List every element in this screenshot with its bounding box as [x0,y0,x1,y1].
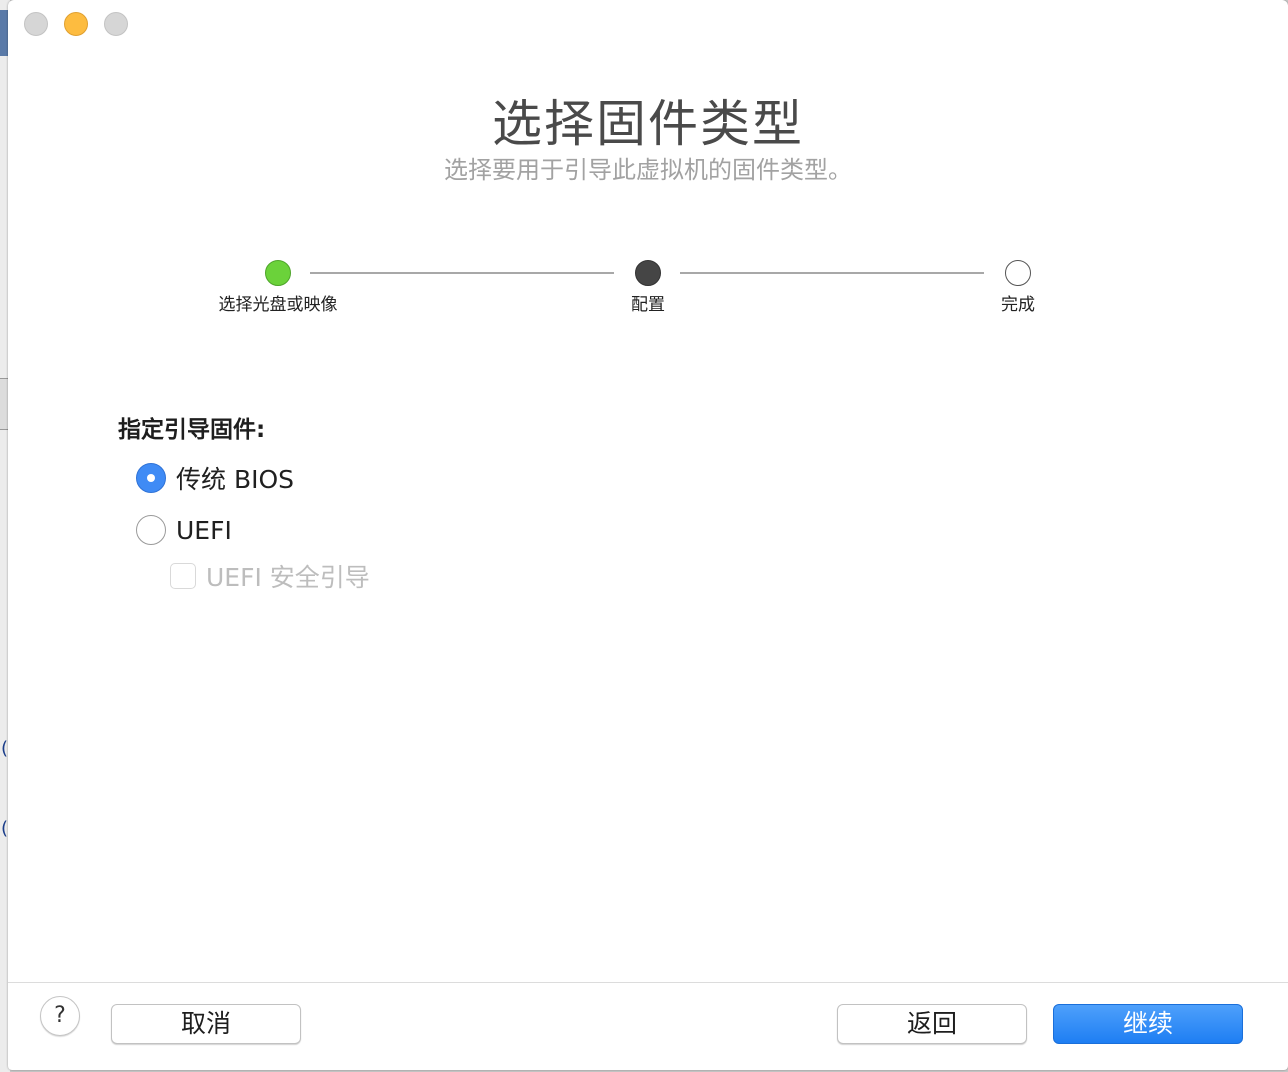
background-window-text: ( [1,738,9,759]
secure-boot-checkbox [170,563,196,589]
new-vm-assistant-dialog: 选择固件类型 选择要用于引导此虚拟机的固件类型。 选择光盘或映像 配置 完成 指… [8,0,1288,1070]
footer-divider [8,982,1288,983]
step-label-configure: 配置 [631,295,665,315]
firmware-option-uefi-label[interactable]: UEFI [176,516,232,545]
dialog-title: 选择固件类型 [492,95,804,153]
window-close-button[interactable] [24,12,48,36]
firmware-section-label: 指定引导固件: [118,417,266,443]
radio-selected-icon[interactable] [136,463,166,493]
radio-unselected-icon[interactable] [136,515,166,545]
step-current-indicator [635,260,661,286]
step-done-indicator [265,260,291,286]
step-label-finish: 完成 [1001,295,1035,315]
step-connector [680,272,984,274]
firmware-option-bios-label[interactable]: 传统 BIOS [176,460,294,496]
window-zoom-button[interactable] [104,12,128,36]
background-window-text: ( [1,818,9,839]
step-pending-indicator [1005,260,1031,286]
secure-boot-label: UEFI 安全引导 [206,563,370,592]
firmware-option-uefi[interactable]: UEFI [136,513,232,547]
background-window-toolbar [0,10,8,56]
cancel-button[interactable]: 取消 [111,1004,301,1044]
help-button[interactable]: ? [40,996,80,1036]
background-window-tab [0,378,8,430]
uefi-secure-boot-option: UEFI 安全引导 [170,560,370,592]
step-connector [310,272,614,274]
dialog-subtitle: 选择要用于引导此虚拟机的固件类型。 [444,156,852,184]
continue-button[interactable]: 继续 [1053,1004,1243,1044]
back-button[interactable]: 返回 [837,1004,1027,1044]
window-minimize-button[interactable] [64,12,88,36]
firmware-option-bios[interactable]: 传统 BIOS [136,461,294,495]
step-label-select-disc: 选择光盘或映像 [218,295,338,315]
